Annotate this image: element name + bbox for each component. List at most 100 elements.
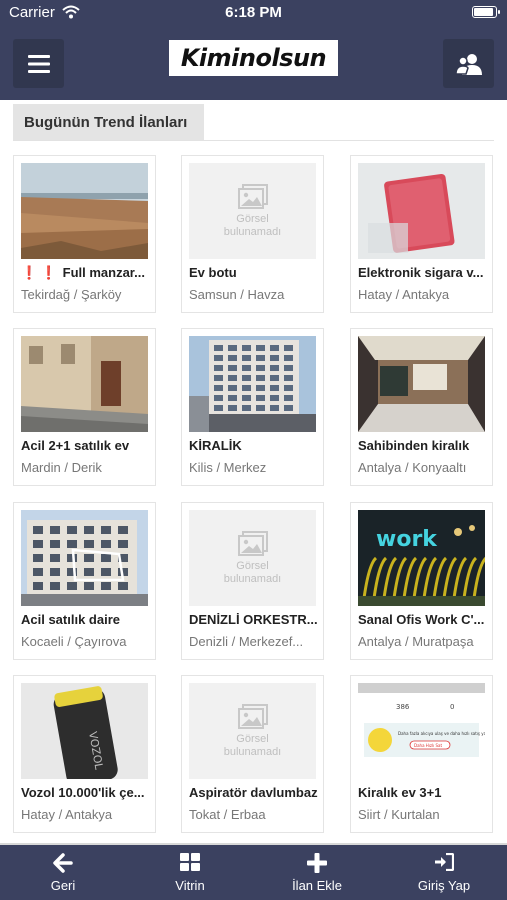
listing-title-text: Acil satılık daire: [21, 612, 120, 627]
placeholder-text: Görsel: [236, 732, 269, 745]
listing-card[interactable]: Acil satılık daire Kocaeli / Çayırova: [13, 502, 156, 660]
hamburger-menu-icon: [27, 54, 50, 73]
listing-title: Sanal Ofis Work C'...: [358, 612, 487, 627]
listing-title: DENİZLİ ORKESTR...: [189, 612, 318, 627]
status-bar: Carrier 6:18 PM: [0, 0, 507, 26]
listing-image: [21, 163, 148, 259]
listing-title: Sahibinden kiralık: [358, 438, 487, 453]
tab-label: Geri: [50, 878, 76, 893]
placeholder-text: Görsel: [236, 559, 269, 572]
tab-add-listing[interactable]: İlan Ekle: [254, 845, 380, 900]
listing-title-text: DENİZLİ ORKESTR...: [189, 612, 318, 627]
listing-title: Acil satılık daire: [21, 612, 150, 627]
listing-title-text: Full manzar...: [62, 265, 145, 280]
listing-title: Acil 2+1 satılık ev: [21, 438, 150, 453]
placeholder-text: bulunamadı: [223, 572, 282, 585]
top-navbar: Kiminolsun: [0, 26, 507, 100]
listing-card[interactable]: Görsel bulunamadı Ev botu Samsun / Havza: [181, 155, 324, 313]
placeholder-text: bulunamadı: [223, 745, 282, 758]
listing-card[interactable]: Görsel bulunamadı DENİZLİ ORKESTR... Denizl…: [181, 502, 324, 660]
account-button[interactable]: [443, 39, 494, 88]
alert-exclamation-icon: ❗ ❗: [21, 265, 57, 280]
placeholder-text: bulunamadı: [223, 225, 282, 238]
listing-location: Kilis / Merkez: [189, 460, 267, 475]
svg-text:0: 0: [450, 703, 454, 711]
listing-title: Aspiratör davlumbaz: [189, 785, 318, 800]
listing-title-text: Sanal Ofis Work C'...: [358, 612, 485, 627]
tab-label: Vitrin: [175, 878, 205, 893]
section-title: Bugünün Trend İlanları: [13, 104, 204, 141]
listing-title-text: Ev botu: [189, 265, 237, 280]
listing-title-text: Kiralık ev 3+1: [358, 785, 442, 800]
listing-image: VOZOL: [21, 683, 148, 779]
listing-location: Antalya / Muratpaşa: [358, 634, 474, 649]
listing-title: ❗ ❗ Full manzar...: [21, 265, 150, 281]
arrow-left-icon: [53, 853, 73, 873]
listing-location: Hatay / Antakya: [358, 287, 450, 302]
svg-text:Daha Hızlı Sat: Daha Hızlı Sat: [414, 743, 442, 748]
listing-title-text: KİRALİK: [189, 438, 242, 453]
listing-title: Vozol 10.000'lik çe...: [21, 785, 150, 800]
svg-text:work: work: [376, 527, 438, 552]
listing-location: Tekirdağ / Şarköy: [21, 287, 122, 302]
listing-title: Ev botu: [189, 265, 318, 280]
listing-location: Mardin / Derik: [21, 460, 102, 475]
listing-card[interactable]: Sahibinden kiralık Antalya / Konyaaltı: [350, 328, 493, 486]
listing-location: Tokat / Erbaa: [189, 807, 266, 822]
listing-card[interactable]: work Sanal Ofis Work C'... Antalya / Murat…: [350, 502, 493, 660]
listing-location: Siirt / Kurtalan: [358, 807, 440, 822]
image-placeholder-icon: [237, 183, 268, 209]
listing-title-text: Acil 2+1 satılık ev: [21, 438, 130, 453]
battery-icon: [472, 6, 500, 18]
tab-label: İlan Ekle: [292, 878, 342, 893]
listing-image: 386 0 Daha fazla alıcıya ulaş ve daha hızl…: [358, 683, 485, 779]
plus-icon: [307, 853, 327, 873]
section-divider: [13, 140, 494, 141]
listing-location: Hatay / Antakya: [21, 807, 113, 822]
tab-showcase[interactable]: Vitrin: [127, 845, 253, 900]
listing-image: [189, 336, 316, 432]
tab-login[interactable]: Giriş Yap: [381, 845, 507, 900]
listing-title: Elektronik sigara v...: [358, 265, 487, 280]
menu-button[interactable]: [13, 39, 64, 88]
users-icon: [455, 53, 482, 75]
listing-image-placeholder: Görsel bulunamadı: [189, 683, 316, 779]
listing-title: KİRALİK: [189, 438, 318, 453]
logo-text: Kiminolsun: [180, 44, 327, 72]
listing-image: [358, 163, 485, 259]
svg-text:386: 386: [396, 703, 410, 711]
listing-location: Denizli / Merkezef...: [189, 634, 304, 649]
listing-card[interactable]: 386 0 Daha fazla alıcıya ulaş ve daha hızl…: [350, 675, 493, 833]
listing-location: Samsun / Havza: [189, 287, 285, 302]
sign-in-icon: [435, 853, 454, 871]
listing-card[interactable]: ❗ ❗ Full manzar... Tekirdağ / Şarköy: [13, 155, 156, 313]
svg-text:Daha fazla alıcıya ulaş ve dah: Daha fazla alıcıya ulaş ve daha hızlı sa…: [398, 731, 485, 736]
clock: 6:18 PM: [225, 4, 282, 21]
listing-title-text: Sahibinden kiralık: [358, 438, 470, 453]
listing-title-text: Elektronik sigara v...: [358, 265, 484, 280]
listing-title-text: Vozol 10.000'lik çe...: [21, 785, 145, 800]
listing-card[interactable]: Elektronik sigara v... Hatay / Antakya: [350, 155, 493, 313]
listing-card[interactable]: KİRALİK Kilis / Merkez: [181, 328, 324, 486]
listing-image-placeholder: Görsel bulunamadı: [189, 163, 316, 259]
bottom-tabbar: Geri Vitrin İlan Ekle Giriş Yap: [0, 845, 507, 900]
listing-title: Kiralık ev 3+1: [358, 785, 487, 800]
listing-image: work: [358, 510, 485, 606]
listing-card[interactable]: VOZOL Vozol 10.000'lik çe... Hatay / Antak…: [13, 675, 156, 833]
grid-icon: [180, 853, 200, 871]
listing-image-placeholder: Görsel bulunamadı: [189, 510, 316, 606]
listing-title-text: Aspiratör davlumbaz: [189, 785, 318, 800]
listing-image: [21, 336, 148, 432]
placeholder-text: Görsel: [236, 212, 269, 225]
listing-card[interactable]: Görsel bulunamadı Aspiratör davlumbaz Tokat…: [181, 675, 324, 833]
app-logo[interactable]: Kiminolsun: [169, 40, 338, 76]
tab-back[interactable]: Geri: [0, 845, 126, 900]
image-placeholder-icon: [237, 530, 268, 556]
listing-location: Kocaeli / Çayırova: [21, 634, 127, 649]
tab-label: Giriş Yap: [417, 878, 471, 893]
image-placeholder-icon: [237, 703, 268, 729]
listing-image: [21, 510, 148, 606]
listing-image: [358, 336, 485, 432]
listing-card[interactable]: Acil 2+1 satılık ev Mardin / Derik: [13, 328, 156, 486]
listing-location: Antalya / Konyaaltı: [358, 460, 467, 475]
